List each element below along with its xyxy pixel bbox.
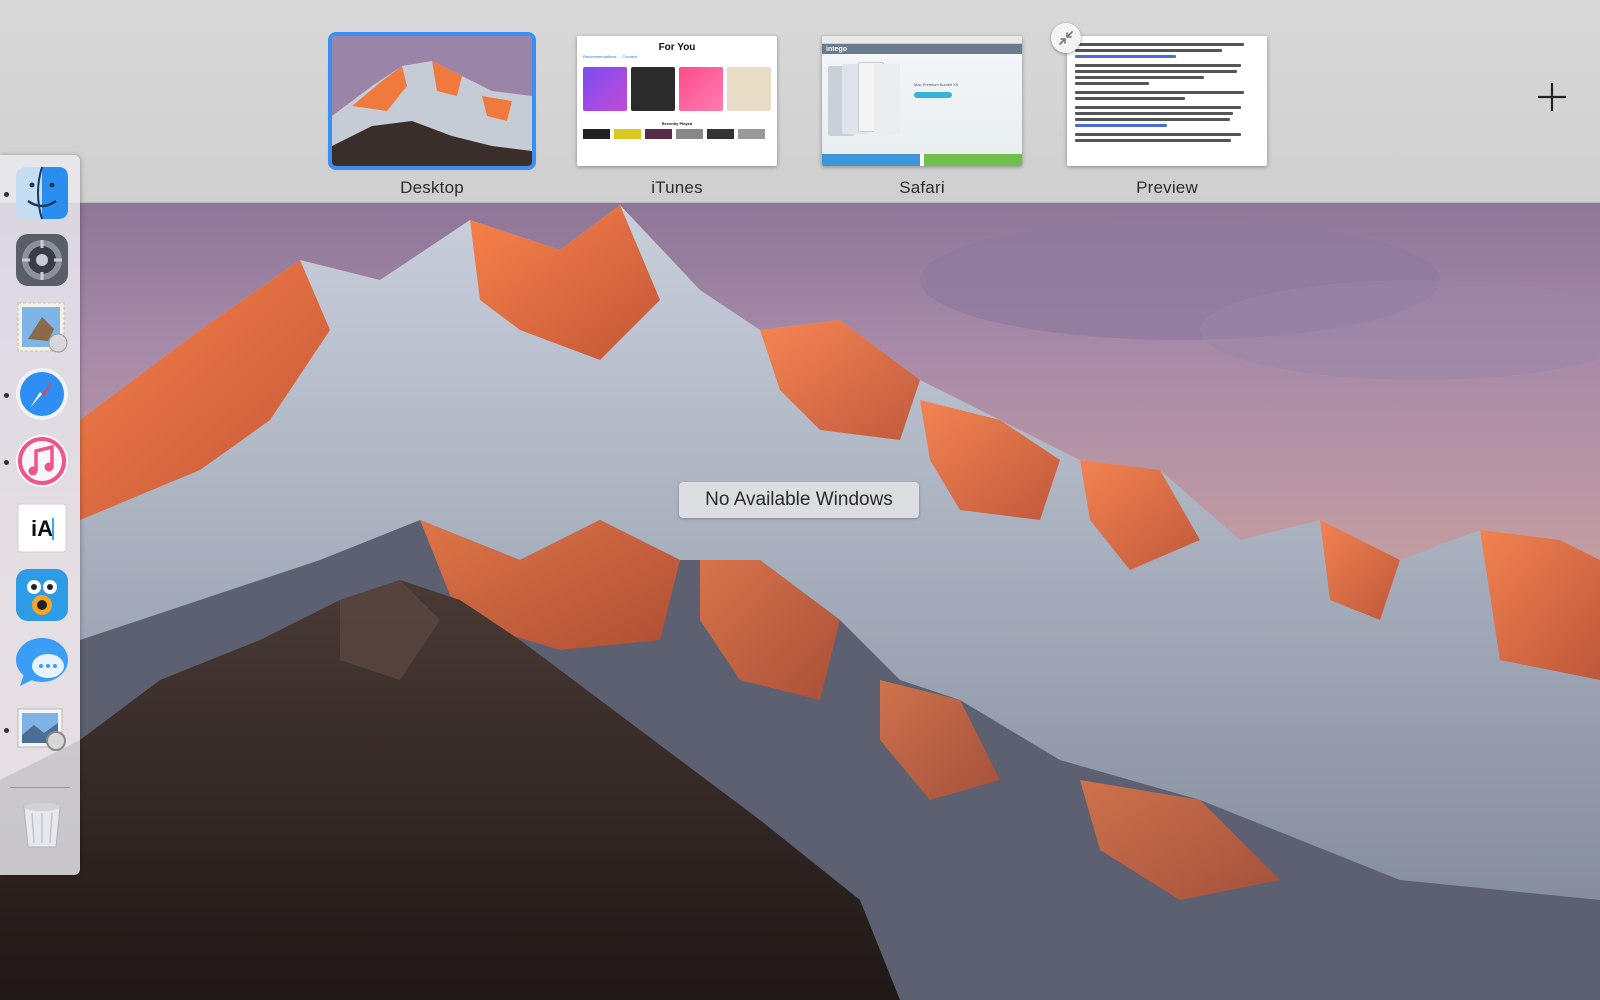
dock: iA bbox=[0, 155, 80, 875]
running-indicator-finder bbox=[4, 192, 9, 197]
album-art-tile bbox=[631, 67, 675, 111]
safari-thumbnail[interactable]: intego Mac Premium Bundle X9 bbox=[822, 36, 1022, 166]
space-desktop[interactable]: Desktop bbox=[328, 32, 536, 198]
itunes-tabs: Recommendations Connect bbox=[583, 54, 771, 59]
itunes-mix-tiles bbox=[583, 67, 771, 111]
safari-page-body: Mac Premium Bundle X9 bbox=[822, 54, 1022, 154]
itunes-icon bbox=[16, 435, 68, 487]
dock-item-preview[interactable] bbox=[14, 701, 70, 757]
dock-item-mail[interactable] bbox=[14, 299, 70, 355]
safari-page-copy: Mac Premium Bundle X9 bbox=[914, 62, 958, 146]
trash-icon bbox=[23, 803, 61, 848]
itunes-tab-connect: Connect bbox=[622, 54, 638, 59]
space-preview[interactable]: Preview bbox=[1067, 36, 1267, 198]
tweetbot-icon bbox=[16, 569, 68, 621]
plus-icon bbox=[1538, 83, 1566, 111]
exit-fullscreen-button[interactable] bbox=[1051, 23, 1081, 53]
dock-item-tweetbot[interactable] bbox=[14, 567, 70, 623]
running-indicator-safari bbox=[4, 393, 9, 398]
desktop-thumbnail[interactable] bbox=[328, 32, 536, 170]
itunes-for-you-title: For You bbox=[658, 42, 696, 53]
space-label-safari: Safari bbox=[899, 178, 945, 197]
exit-fullscreen-icon bbox=[1059, 31, 1073, 45]
preview-icon bbox=[17, 708, 66, 751]
safari-cta-button bbox=[914, 92, 952, 98]
mail-icon bbox=[17, 302, 68, 353]
preview-thumbnail[interactable] bbox=[1067, 36, 1267, 166]
dock-item-finder[interactable] bbox=[14, 165, 70, 221]
desktop-thumbnail-image bbox=[332, 36, 532, 166]
itunes-thumbnail[interactable]: For You Recommendations Connect Recently… bbox=[577, 36, 777, 166]
album-art-tile-2 bbox=[727, 67, 771, 111]
add-space-button[interactable] bbox=[1535, 80, 1569, 114]
dock-item-safari[interactable] bbox=[14, 366, 70, 422]
dock-item-messages[interactable] bbox=[14, 634, 70, 690]
itunes-tab-recommendations: Recommendations bbox=[583, 54, 617, 59]
running-indicator-itunes bbox=[4, 460, 9, 465]
dock-item-ia-writer[interactable]: iA bbox=[14, 500, 70, 556]
safari-product-name: Mac Premium Bundle X9 bbox=[914, 82, 959, 87]
ia-writer-label: iA bbox=[31, 516, 53, 541]
dock-separator bbox=[10, 787, 70, 788]
safari-icon bbox=[16, 368, 68, 420]
dock-item-itunes[interactable] bbox=[14, 433, 70, 489]
recently-played-row bbox=[583, 129, 771, 139]
new-music-mix-tile bbox=[679, 67, 723, 111]
running-indicator-preview bbox=[4, 728, 9, 733]
ia-writer-icon: iA bbox=[17, 503, 67, 553]
space-safari[interactable]: intego Mac Premium Bundle X9 Safari bbox=[822, 36, 1022, 198]
space-label-preview: Preview bbox=[1136, 178, 1198, 197]
space-label-desktop: Desktop bbox=[400, 178, 464, 197]
dock-item-system-preferences[interactable] bbox=[14, 232, 70, 288]
safari-site-nav: intego bbox=[822, 44, 1022, 54]
safari-footer bbox=[822, 154, 1022, 166]
product-boxes bbox=[828, 62, 906, 140]
finder-icon bbox=[16, 166, 68, 220]
space-label-itunes: iTunes bbox=[651, 178, 703, 197]
spaces-bar: Desktop For You Recommendations Connect … bbox=[0, 0, 1600, 203]
dock-item-trash[interactable] bbox=[14, 795, 70, 851]
system-preferences-icon bbox=[16, 234, 68, 286]
itunes-recently-played: Recently Played bbox=[661, 121, 693, 126]
space-itunes[interactable]: For You Recommendations Connect Recently… bbox=[577, 36, 777, 198]
intego-logo: intego bbox=[826, 45, 847, 53]
messages-icon bbox=[16, 638, 68, 686]
safari-toolbar bbox=[822, 36, 1022, 44]
no-available-windows-label: No Available Windows bbox=[679, 482, 919, 518]
favorites-mix-tile bbox=[583, 67, 627, 111]
